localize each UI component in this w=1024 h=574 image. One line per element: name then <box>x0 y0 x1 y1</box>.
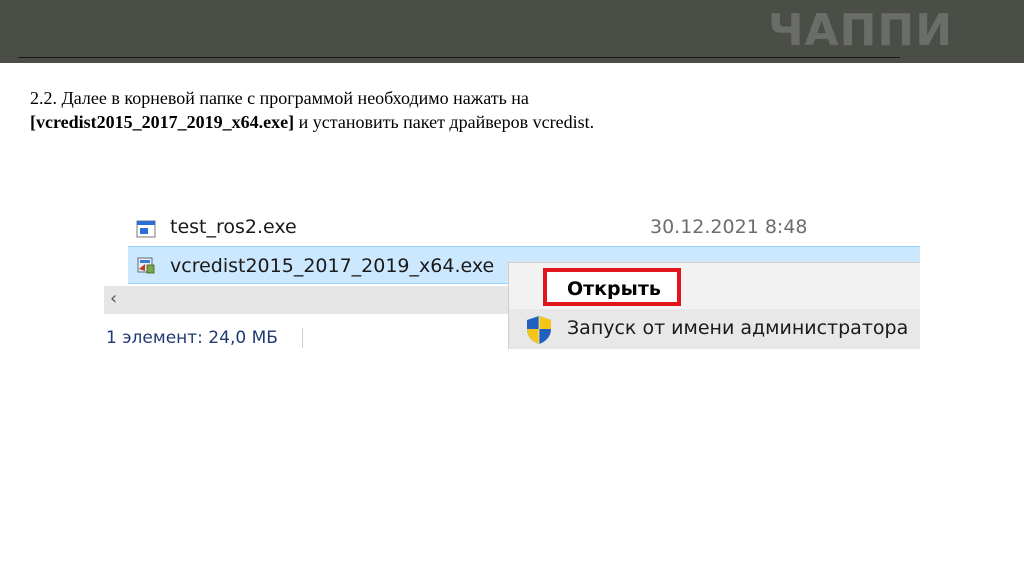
file-date: 30.12.2021 8:48 <box>650 216 808 238</box>
horizontal-scrollbar[interactable]: ‹ <box>104 286 508 314</box>
explorer-screenshot: test_ros2.exe 30.12.2021 8:48 vcredist20… <box>104 214 920 349</box>
header-bar: ЧАППИ <box>0 0 1024 63</box>
instruction-line-1: 2.2. Далее в корневой папке с программой… <box>30 88 529 108</box>
instruction-line-2: [vcredist2015_2017_2019_x64.exe] и устан… <box>30 110 930 134</box>
file-name: test_ros2.exe <box>170 216 297 238</box>
status-bar-text: 1 элемент: 24,0 МБ <box>106 328 278 348</box>
app-window-icon <box>136 220 156 238</box>
menu-item-run-as-admin[interactable]: Запуск от имени администратора <box>509 309 920 349</box>
installer-icon <box>137 257 155 274</box>
instruction-text: 2.2. Далее в корневой папке с программой… <box>30 86 930 134</box>
menu-item-run-as-admin-label: Запуск от имени администратора <box>567 317 909 339</box>
uac-shield-icon <box>527 316 551 344</box>
instruction-filename: [vcredist2015_2017_2019_x64.exe] <box>30 112 295 132</box>
scroll-left-arrow-icon[interactable]: ‹ <box>110 288 117 309</box>
menu-item-open[interactable]: Открыть <box>543 268 681 306</box>
status-separator <box>302 328 303 348</box>
context-menu: Открыть Запуск от имени администратора <box>508 262 920 349</box>
header-divider <box>18 57 900 58</box>
file-name: vcredist2015_2017_2019_x64.exe <box>170 255 495 277</box>
instruction-rest: и установить пакет драйверов vcredist. <box>294 112 595 132</box>
menu-item-open-label: Открыть <box>567 278 661 300</box>
file-row-test-ros2[interactable]: test_ros2.exe 30.12.2021 8:48 <box>128 214 918 240</box>
logo: ЧАППИ <box>768 5 954 56</box>
